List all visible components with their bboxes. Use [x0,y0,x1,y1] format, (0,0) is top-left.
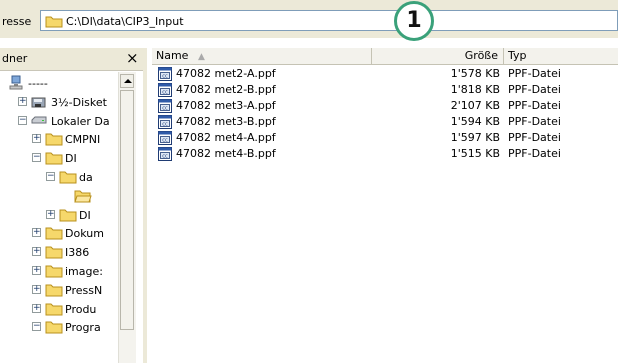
file-size: 1'578 KB [450,67,500,80]
folder-icon [45,244,63,262]
svg-text:cc: cc [162,138,168,144]
close-icon[interactable]: × [126,49,139,67]
folder-tree-scrollbar[interactable] [118,72,136,363]
tree-item-label: DI [65,152,77,166]
floppy-icon [31,94,47,113]
file-name: 47082 met4-A.ppf [176,131,276,144]
expand-icon[interactable]: + [32,284,41,294]
address-label: resse [2,15,32,28]
tree-item-label: PressN [65,283,103,297]
file-name: 47082 met3-A.ppf [176,99,276,112]
svg-text:cc: cc [162,154,168,160]
expand-icon[interactable]: + [32,134,41,144]
tree-item-label: 3½-Disket [51,95,107,109]
tree-item-label: DI [79,208,91,222]
folder-icon [59,169,77,187]
collapse-icon[interactable]: − [46,172,55,181]
file-row[interactable]: cc 47082 met3-A.ppf 2'107 KB PPF-Datei [152,98,618,114]
file-row[interactable]: cc 47082 met2-A.ppf 1'578 KB PPF-Datei [152,66,618,82]
expand-icon[interactable]: + [32,266,41,275]
tree-item-label: I386 [65,246,90,260]
expand-icon[interactable]: + [32,247,41,257]
column-header-type[interactable]: Typ [504,48,618,64]
file-row[interactable]: cc 47082 met2-B.ppf 1'818 KB PPF-Datei [152,82,618,98]
file-row[interactable]: cc 47082 met4-B.ppf 1'515 KB PPF-Datei [152,146,618,162]
address-path: C:\DI\data\CIP3_Input [66,15,184,28]
drive-icon [31,113,47,132]
collapse-icon[interactable]: − [18,115,27,125]
svg-text:cc: cc [162,74,168,80]
file-size: 1'594 KB [450,115,500,128]
folder-icon [45,282,63,300]
file-name: 47082 met3-B.ppf [176,115,276,128]
folder-icon [45,131,63,149]
network-icon [8,75,24,94]
file-row[interactable]: cc 47082 met3-B.ppf 1'594 KB PPF-Datei [152,114,618,130]
file-type: PPF-Datei [508,115,561,128]
tree-item-label: ----- [28,77,48,90]
expand-icon[interactable]: + [46,209,55,219]
tree-item-label: image: [65,265,103,278]
sort-ascending-icon: ▲ [197,52,205,62]
folder-icon [45,319,63,337]
callout-badge: 1 [394,1,434,41]
folder-pane-header: dner × [0,48,147,71]
address-input[interactable]: C:\DI\data\CIP3_Input [40,10,618,31]
folder-pane-title: dner [2,52,28,65]
file-name: 47082 met4-B.ppf [176,147,276,160]
folder-tree: ----- +3½-Disket − Lokaler Da + CMPNI − DI − da + D… [0,71,128,363]
tree-item-label: CMPNI [65,133,101,147]
folder-icon [45,301,63,319]
file-row[interactable]: cc 47082 met4-A.ppf 1'597 KB PPF-Datei [152,130,618,146]
file-list-header: Name ▲ Größe Typ [152,48,618,65]
scrollbar-thumb[interactable] [120,90,134,330]
svg-text:cc: cc [162,106,168,112]
file-size: 2'107 KB [450,99,500,112]
folder-icon [59,207,77,225]
file-type: PPF-Datei [508,83,561,96]
file-type: PPF-Datei [508,99,561,112]
file-size: 1'597 KB [450,131,500,144]
column-name-label: Name [156,49,189,62]
column-size-label: Größe [464,49,498,62]
svg-text:cc: cc [162,90,168,96]
column-header-size[interactable]: Größe [372,48,504,64]
file-type: PPF-Datei [508,131,561,144]
expand-icon[interactable]: + [32,228,41,238]
collapse-icon[interactable]: − [32,322,41,332]
column-type-label: Typ [508,49,527,62]
file-type: PPF-Datei [508,67,561,80]
tree-item-label: Progra [65,321,101,335]
file-size: 1'818 KB [450,83,500,96]
folder-icon [45,14,63,31]
folder-open-icon [74,188,92,206]
svg-text:cc: cc [162,122,168,128]
tree-item-label: Dokum [65,227,104,241]
file-name: 47082 met2-A.ppf [176,67,276,80]
folder-icon [45,263,63,281]
file-name: 47082 met2-B.ppf [176,83,276,96]
tree-item-label: Lokaler Da [51,114,110,128]
ppf-file-icon: cc [158,147,172,164]
folder-icon [45,150,63,168]
folder-icon [45,225,63,243]
column-header-name[interactable]: Name ▲ [152,48,372,64]
expand-icon[interactable]: + [18,96,27,106]
tree-item-label: Produ [65,302,97,316]
tree-item-label: da [79,171,93,184]
collapse-icon[interactable]: − [32,153,41,163]
pane-splitter[interactable] [143,48,147,363]
file-size: 1'515 KB [450,147,500,160]
file-type: PPF-Datei [508,147,561,160]
expand-icon[interactable]: + [32,303,41,313]
address-bar: resse C:\DI\data\CIP3_Input [0,0,618,38]
scroll-up-arrow-icon[interactable] [120,74,134,88]
